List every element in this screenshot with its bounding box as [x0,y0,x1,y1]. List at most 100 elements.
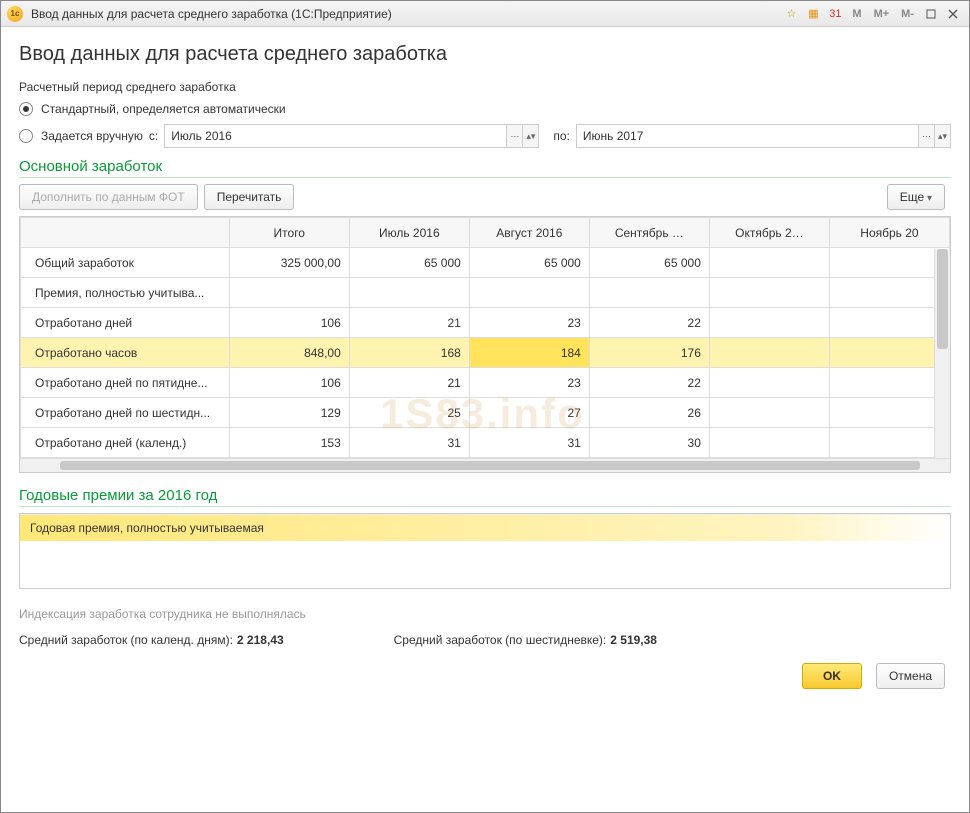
row-total[interactable]: 153 [229,428,349,458]
avg-sixday-value: 2 519,38 [610,633,657,647]
calculator-icon[interactable]: ▦ [803,5,823,23]
row-cell[interactable]: 21 [349,308,469,338]
row-cell[interactable] [829,338,949,368]
row-cell[interactable] [709,248,829,278]
page-title: Ввод данных для расчета среднего заработ… [19,43,951,66]
row-cell[interactable]: 22 [589,368,709,398]
date-to-input[interactable] [577,125,918,147]
table-row[interactable]: Отработано дней (календ.)153313130 [21,428,950,458]
table-header[interactable]: Сентябрь … [589,218,709,248]
table-toolbar: Дополнить по данным ФОТ Перечитать Еще [19,184,951,210]
table-row[interactable]: Отработано дней по пятидне...106212322 [21,368,950,398]
row-label: Отработано дней [21,308,230,338]
table-row[interactable]: Общий заработок325 000,0065 00065 00065 … [21,248,950,278]
date-to-field[interactable]: ⋯ ▴▾ [576,124,951,148]
radio-auto-icon[interactable] [19,102,33,116]
row-total[interactable]: 129 [229,398,349,428]
row-cell[interactable] [709,398,829,428]
row-total[interactable]: 106 [229,308,349,338]
ok-button[interactable]: OK [802,663,862,689]
row-cell[interactable] [709,428,829,458]
row-cell[interactable] [709,308,829,338]
from-label: с: [149,129,158,143]
horizontal-scrollbar[interactable] [20,458,950,472]
row-cell[interactable] [829,278,949,308]
table-row[interactable]: Отработано часов848,00168184176 [21,338,950,368]
close-icon[interactable] [943,5,963,23]
row-cell[interactable] [829,398,949,428]
row-cell[interactable]: 31 [469,428,589,458]
row-cell[interactable] [829,248,949,278]
date-from-input[interactable] [165,125,506,147]
date-from-ellipsis-icon[interactable]: ⋯ [506,125,522,147]
row-cell[interactable] [829,308,949,338]
bonus-row[interactable]: Годовая премия, полностью учитываемая [20,514,950,541]
row-cell[interactable]: 176 [589,338,709,368]
table-header[interactable]: Июль 2016 [349,218,469,248]
row-cell[interactable]: 65 000 [469,248,589,278]
row-cell[interactable]: 25 [349,398,469,428]
row-label: Отработано дней по пятидне... [21,368,230,398]
table-row[interactable]: Премия, полностью учитыва... [21,278,950,308]
row-cell[interactable]: 65 000 [589,248,709,278]
vertical-scrollbar[interactable] [934,249,950,464]
row-cell[interactable]: 22 [589,308,709,338]
indexation-note: Индексация заработка сотрудника не выпол… [19,607,951,621]
row-total[interactable]: 325 000,00 [229,248,349,278]
avg-calendar-value: 2 218,43 [237,633,284,647]
avg-calendar-label: Средний заработок (по календ. дням): [19,633,233,647]
window-title: Ввод данных для расчета среднего заработ… [31,7,392,21]
row-total[interactable] [229,278,349,308]
earnings-table-wrap: ИтогоИюль 2016Август 2016Сентябрь …Октяб… [19,216,951,473]
row-cell[interactable] [709,278,829,308]
cancel-button[interactable]: Отмена [876,663,945,689]
row-cell[interactable]: 168 [349,338,469,368]
row-cell[interactable] [469,278,589,308]
radio-manual-icon[interactable] [19,129,33,143]
table-header[interactable]: Итого [229,218,349,248]
memory-mplus-button[interactable]: M+ [869,5,895,23]
row-total[interactable]: 106 [229,368,349,398]
calendar-icon[interactable]: 31 [825,5,845,23]
memory-mminus-button[interactable]: M- [896,5,919,23]
date-to-spinner-icon[interactable]: ▴▾ [934,125,950,147]
radio-auto-row[interactable]: Стандартный, определяется автоматически [19,102,951,116]
row-cell[interactable] [709,368,829,398]
date-to-ellipsis-icon[interactable]: ⋯ [918,125,934,147]
date-from-field[interactable]: ⋯ ▴▾ [164,124,539,148]
row-label: Общий заработок [21,248,230,278]
row-cell[interactable] [829,428,949,458]
row-cell[interactable]: 21 [349,368,469,398]
row-cell[interactable] [349,278,469,308]
to-label: по: [553,129,570,143]
date-from-spinner-icon[interactable]: ▴▾ [522,125,538,147]
row-cell[interactable]: 26 [589,398,709,428]
row-cell[interactable]: 65 000 [349,248,469,278]
row-cell[interactable] [829,368,949,398]
favorite-icon[interactable]: ☆ [781,5,801,23]
row-cell[interactable]: 23 [469,308,589,338]
row-cell[interactable] [589,278,709,308]
row-cell[interactable]: 31 [349,428,469,458]
row-cell[interactable]: 30 [589,428,709,458]
table-row[interactable]: Отработано дней106212322 [21,308,950,338]
minimize-icon[interactable] [921,5,941,23]
fill-from-fot-button[interactable]: Дополнить по данным ФОТ [19,184,198,210]
earnings-table[interactable]: ИтогоИюль 2016Август 2016Сентябрь …Октяб… [20,217,950,458]
recalc-button[interactable]: Перечитать [204,184,295,210]
more-button[interactable]: Еще [887,184,945,210]
table-header[interactable] [21,218,230,248]
table-header[interactable]: Ноябрь 20 [829,218,949,248]
radio-manual-row[interactable]: Задается вручную [19,129,143,143]
bonus-table[interactable]: Годовая премия, полностью учитываемая [19,513,951,589]
memory-m-button[interactable]: M [847,5,866,23]
table-header[interactable]: Август 2016 [469,218,589,248]
row-cell[interactable]: 184 [469,338,589,368]
row-cell[interactable]: 27 [469,398,589,428]
row-label: Отработано часов [21,338,230,368]
row-cell[interactable]: 23 [469,368,589,398]
table-row[interactable]: Отработано дней по шестидн...129252726 [21,398,950,428]
table-header[interactable]: Октябрь 2… [709,218,829,248]
row-cell[interactable] [709,338,829,368]
row-total[interactable]: 848,00 [229,338,349,368]
